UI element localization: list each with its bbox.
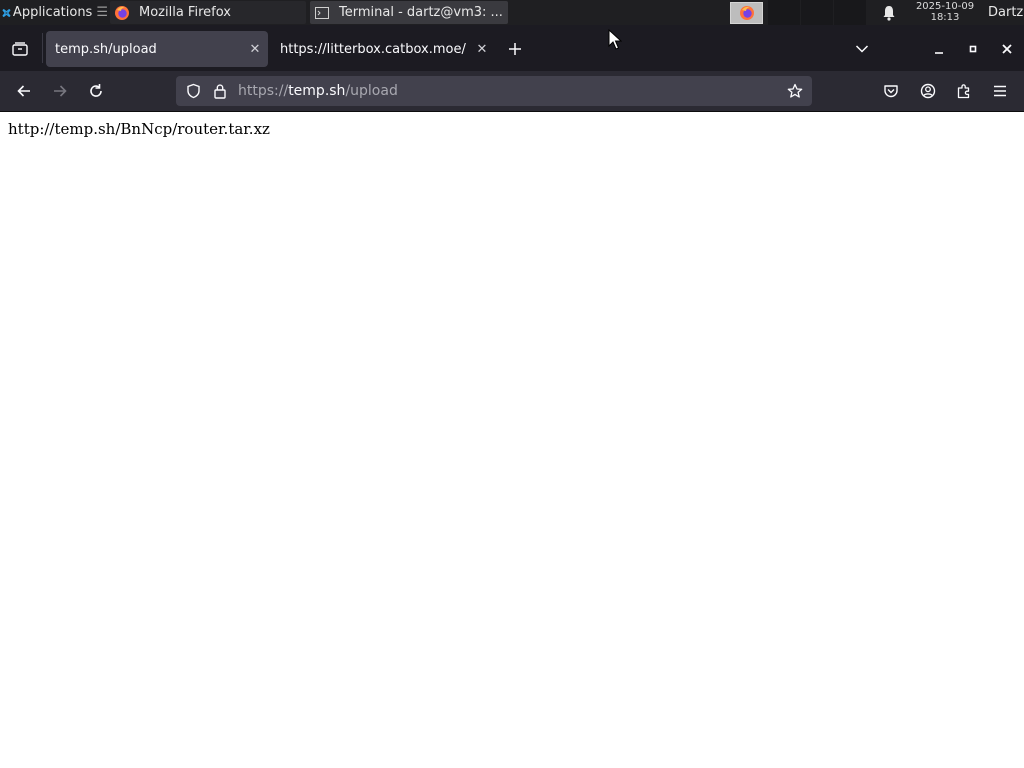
applications-label: Applications <box>12 5 93 20</box>
url-domain: temp.sh <box>288 83 346 99</box>
close-window-button[interactable] <box>996 38 1018 60</box>
pocket-icon <box>884 85 898 98</box>
browser-tab-strip: temp.sh/upload ✕ https://litterbox.catbo… <box>0 25 1024 71</box>
shield-icon <box>186 83 200 99</box>
workspace-preview-firefox[interactable] <box>730 2 763 24</box>
reload-icon <box>90 84 102 97</box>
tab-close-button[interactable]: ✕ <box>242 42 268 57</box>
taskbar-item-label: Mozilla Firefox <box>139 5 231 20</box>
star-icon <box>787 83 803 98</box>
browser-navigation-bar: https://temp.sh/upload <box>0 71 1024 111</box>
url-text[interactable]: https://temp.sh/upload <box>238 76 398 106</box>
minimize-icon <box>935 52 943 54</box>
site-info-button[interactable] <box>209 80 231 102</box>
menu-separator-icon: ☰ <box>96 5 108 20</box>
clock-time: 18:13 <box>930 12 960 23</box>
clock-date: 2025-10-09 <box>915 1 975 12</box>
notification-bell-icon[interactable] <box>880 4 898 22</box>
applications-menu[interactable]: Applications ☰ <box>0 0 108 25</box>
taskbar-item-terminal[interactable]: Terminal - dartz@vm3: ... <box>310 1 508 24</box>
reload-button[interactable] <box>84 80 108 102</box>
firefox-view-button[interactable] <box>8 38 32 60</box>
tab-litterbox[interactable]: https://litterbox.catbox.moe/ ✕ <box>271 31 489 67</box>
extensions-button[interactable] <box>953 80 975 102</box>
taskbar-item-label: Terminal - dartz@vm3: ... <box>339 5 503 20</box>
taskbar-item-firefox[interactable]: Mozilla Firefox <box>110 1 306 24</box>
url-path: /upload <box>345 83 398 99</box>
workspace-2[interactable] <box>768 0 800 25</box>
forward-button[interactable] <box>48 80 72 102</box>
app-menu-button[interactable] <box>989 80 1011 102</box>
xfce-logo-icon <box>2 8 11 17</box>
list-all-tabs-button[interactable] <box>850 38 874 60</box>
firefox-icon <box>115 5 129 20</box>
new-tab-button[interactable] <box>503 38 527 60</box>
url-scheme: https:// <box>238 83 289 99</box>
maximize-icon <box>969 45 977 53</box>
hamburger-menu-icon <box>994 85 1006 97</box>
plus-icon <box>509 43 521 55</box>
workspace-3[interactable] <box>801 0 833 25</box>
firefox-view-icon <box>12 42 28 56</box>
firefox-icon <box>739 6 754 20</box>
chevron-down-icon <box>855 45 869 53</box>
workspace-4[interactable] <box>834 0 866 25</box>
puzzle-piece-icon <box>957 84 970 99</box>
pocket-button[interactable] <box>880 80 902 102</box>
panel-clock[interactable]: 2025-10-09 18:13 <box>906 1 984 23</box>
tab-close-button[interactable]: ✕ <box>475 42 489 57</box>
tab-temp-sh-upload[interactable]: temp.sh/upload ✕ <box>46 31 268 67</box>
tabstrip-divider <box>42 33 43 63</box>
account-icon <box>920 83 936 99</box>
terminal-icon <box>315 6 329 19</box>
maximize-button[interactable] <box>962 38 984 60</box>
account-button[interactable] <box>917 80 939 102</box>
arrow-right-icon <box>54 85 67 97</box>
lock-icon <box>214 84 226 99</box>
back-button[interactable] <box>12 80 36 102</box>
upload-result-url: http://temp.sh/BnNcp/router.tar.xz <box>8 120 270 138</box>
user-menu[interactable]: Dartz <box>988 0 1023 25</box>
tab-title: https://litterbox.catbox.moe/ <box>280 41 466 57</box>
arrow-left-icon <box>17 85 30 97</box>
mouse-cursor-icon <box>608 29 622 50</box>
bookmark-star-button[interactable] <box>784 80 806 102</box>
tab-title: temp.sh/upload <box>55 41 157 57</box>
url-bar[interactable]: https://temp.sh/upload <box>176 76 812 106</box>
minimize-button[interactable] <box>928 38 950 60</box>
page-content: http://temp.sh/BnNcp/router.tar.xz <box>0 112 1024 768</box>
tracking-protection-button[interactable] <box>182 80 204 102</box>
close-icon <box>1002 44 1012 54</box>
desktop-panel: Applications ☰ Mozilla Firefox Terminal … <box>0 0 1024 25</box>
